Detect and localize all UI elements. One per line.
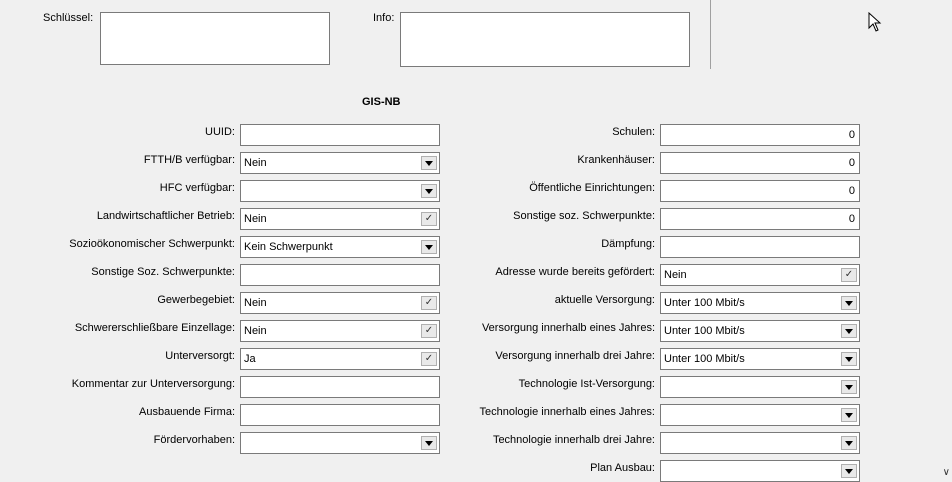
left-label-5: Sonstige Soz. Schwerpunkte: (91, 266, 235, 278)
mouse-pointer-icon (868, 12, 882, 32)
left-label-8: Unterversorgt: (165, 350, 235, 362)
left-value-1: Nein (244, 157, 267, 169)
checkmark-icon[interactable]: ✓ (841, 268, 857, 282)
section-title: GIS-NB (362, 96, 401, 108)
chevron-down-icon[interactable] (421, 240, 437, 254)
right-value-1: 0 (848, 157, 855, 169)
left-label-11: Fördervorhaben: (153, 434, 235, 446)
left-dropdown-1[interactable]: Nein (240, 152, 440, 174)
left-label-2: HFC verfügbar: (159, 182, 235, 194)
left-value-3: Nein (244, 213, 267, 225)
right-text-field-4[interactable] (660, 236, 860, 258)
right-dropdown-9[interactable] (660, 376, 860, 398)
left-value-4: Kein Schwerpunkt (244, 241, 333, 253)
left-dropdown-4[interactable]: Kein Schwerpunkt (240, 236, 440, 258)
chevron-down-icon[interactable] (841, 324, 857, 338)
left-check-dropdown-7[interactable]: Nein ✓ (240, 320, 440, 342)
left-label-6: Gewerbegebiet: (157, 294, 235, 306)
left-text-field-9[interactable] (240, 376, 440, 398)
right-label-8: Versorgung innerhalb drei Jahre: (495, 350, 655, 362)
right-label-2: Öffentliche Einrichtungen: (529, 182, 655, 194)
chevron-down-icon[interactable] (841, 464, 857, 478)
left-text-field-0[interactable] (240, 124, 440, 146)
right-label-1: Krankenhäuser: (577, 154, 655, 166)
right-value-2: 0 (848, 185, 855, 197)
schluessel-textarea[interactable] (100, 12, 330, 65)
checkmark-icon[interactable]: ✓ (421, 212, 437, 226)
left-dropdown-2[interactable] (240, 180, 440, 202)
right-label-9: Technologie Ist-Versorgung: (518, 378, 655, 390)
right-value-0: 0 (848, 129, 855, 141)
right-value-7: Unter 100 Mbit/s (664, 325, 745, 337)
right-dropdown-8[interactable]: Unter 100 Mbit/s (660, 348, 860, 370)
info-textarea[interactable] (400, 12, 690, 67)
right-number-field-3[interactable]: 0 (660, 208, 860, 230)
right-value-3: 0 (848, 213, 855, 225)
checkmark-icon[interactable]: ✓ (421, 352, 437, 366)
left-value-7: Nein (244, 325, 267, 337)
right-label-3: Sonstige soz. Schwerpunkte: (513, 210, 655, 222)
checkmark-icon[interactable]: ✓ (421, 324, 437, 338)
chevron-down-icon[interactable] (421, 184, 437, 198)
left-label-0: UUID: (205, 126, 235, 138)
right-number-field-0[interactable]: 0 (660, 124, 860, 146)
left-label-9: Kommentar zur Unterversorgung: (71, 378, 235, 390)
vertical-divider (710, 0, 711, 69)
right-number-field-2[interactable]: 0 (660, 180, 860, 202)
right-dropdown-6[interactable]: Unter 100 Mbit/s (660, 292, 860, 314)
right-label-12: Plan Ausbau: (590, 462, 655, 474)
chevron-down-icon[interactable] (841, 352, 857, 366)
right-label-7: Versorgung innerhalb eines Jahres: (481, 322, 655, 334)
checkmark-icon[interactable]: ✓ (421, 296, 437, 310)
left-value-6: Nein (244, 297, 267, 309)
chevron-down-icon[interactable] (421, 156, 437, 170)
left-check-dropdown-3[interactable]: Nein ✓ (240, 208, 440, 230)
right-dropdown-11[interactable] (660, 432, 860, 454)
right-value-8: Unter 100 Mbit/s (664, 353, 745, 365)
left-value-8: Ja (244, 353, 256, 365)
right-dropdown-12[interactable] (660, 460, 860, 482)
right-number-field-1[interactable]: 0 (660, 152, 860, 174)
right-label-10: Technologie innerhalb eines Jahres: (479, 406, 655, 418)
scroll-down-arrow-icon[interactable]: ∨ (943, 467, 950, 478)
left-label-4: Sozioökonomischer Schwerpunkt: (69, 238, 235, 250)
right-label-11: Technologie innerhalb drei Jahre: (492, 434, 655, 446)
chevron-down-icon[interactable] (841, 380, 857, 394)
chevron-down-icon[interactable] (841, 296, 857, 310)
chevron-down-icon[interactable] (421, 436, 437, 450)
left-label-10: Ausbauende Firma: (139, 406, 235, 418)
left-text-field-10[interactable] (240, 404, 440, 426)
left-label-3: Landwirtschaftlicher Betrieb: (96, 210, 235, 222)
right-value-6: Unter 100 Mbit/s (664, 297, 745, 309)
right-label-5: Adresse wurde bereits gefördert: (495, 266, 655, 278)
right-check-dropdown-5[interactable]: Nein ✓ (660, 264, 860, 286)
schluessel-label: Schlüssel: (43, 12, 94, 24)
chevron-down-icon[interactable] (841, 408, 857, 422)
left-label-1: FTTH/B verfügbar: (143, 154, 235, 166)
right-dropdown-10[interactable] (660, 404, 860, 426)
right-label-4: Dämpfung: (601, 238, 655, 250)
info-label: Info: (373, 12, 395, 24)
left-text-field-5[interactable] (240, 264, 440, 286)
left-label-7: Schwererschließbare Einzellage: (74, 322, 235, 334)
right-dropdown-7[interactable]: Unter 100 Mbit/s (660, 320, 860, 342)
left-check-dropdown-8[interactable]: Ja ✓ (240, 348, 440, 370)
right-label-0: Schulen: (612, 126, 655, 138)
right-label-6: aktuelle Versorgung: (554, 294, 655, 306)
right-value-5: Nein (664, 269, 687, 281)
left-check-dropdown-6[interactable]: Nein ✓ (240, 292, 440, 314)
left-dropdown-11[interactable] (240, 432, 440, 454)
chevron-down-icon[interactable] (841, 436, 857, 450)
